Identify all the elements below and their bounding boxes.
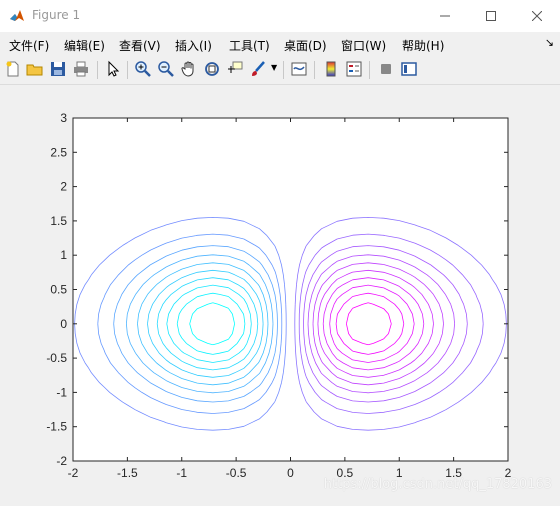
menu-bar: 文件(F) 编辑(E) 查看(V) 插入(I) 工具(T) 桌面(D) 窗口(W…: [0, 32, 560, 56]
menu-edit[interactable]: 编辑(E): [64, 37, 105, 54]
rotate-3d-icon[interactable]: [203, 60, 221, 78]
y-tick-label: 0.5: [50, 283, 67, 297]
zoom-out-icon[interactable]: [157, 60, 175, 78]
maximize-button[interactable]: [468, 0, 514, 32]
menu-overflow-icon[interactable]: ↘: [545, 36, 554, 49]
hide-plot-tools-icon[interactable]: [377, 60, 395, 78]
minimize-icon: [440, 15, 450, 17]
title-bar: Figure 1: [0, 0, 560, 32]
minimize-button[interactable]: [422, 0, 468, 32]
save-icon[interactable]: [49, 60, 67, 78]
zoom-in-icon[interactable]: [134, 60, 152, 78]
y-tick-label: -1: [56, 385, 67, 399]
y-tick-label: 2: [60, 180, 67, 194]
y-tick-label: -2: [56, 454, 67, 468]
menu-insert[interactable]: 插入(I): [175, 37, 212, 54]
watermark-text: https://blog.csdn.net/qq_17820163: [323, 477, 552, 492]
menu-tools[interactable]: 工具(T): [229, 37, 270, 54]
brush-icon[interactable]: [249, 60, 267, 78]
matlab-logo-icon: [10, 10, 24, 21]
figure-canvas: -2 -1.5 -1 -0.5 0 0.5 1 1.5 2 -2 -1.5 -1 -0.5 0 0.5 1 1.…: [0, 85, 560, 503]
figure-toolbar: ▼: [0, 56, 560, 85]
y-tick-label: 0: [60, 317, 67, 331]
toolbar-separator: [97, 61, 98, 79]
contour-plot[interactable]: -2 -1.5 -1 -0.5 0 0.5 1 1.5 2-2-1.5-1-0.500.511.…: [0, 85, 560, 503]
menu-desktop[interactable]: 桌面(D): [284, 37, 327, 54]
y-tick-label: 1: [60, 248, 67, 262]
maximize-icon: [486, 11, 496, 21]
x-tick-label: -1: [176, 466, 187, 480]
close-button[interactable]: [514, 0, 560, 32]
menu-file[interactable]: 文件(F): [9, 37, 49, 54]
y-tick-label: -1.5: [46, 420, 67, 434]
show-plot-tools-icon[interactable]: [400, 60, 418, 78]
open-file-icon[interactable]: [26, 60, 44, 78]
toolbar-separator: [369, 61, 370, 79]
toolbar-separator: [314, 61, 315, 79]
colorbar-icon[interactable]: [322, 60, 340, 78]
window-title: Figure 1: [32, 8, 81, 22]
pan-icon[interactable]: [180, 60, 198, 78]
legend-icon[interactable]: [345, 60, 363, 78]
link-plot-icon[interactable]: [290, 60, 308, 78]
menu-window[interactable]: 窗口(W): [341, 37, 386, 54]
axes-background: [73, 118, 508, 461]
x-tick-label: -1.5: [117, 466, 138, 480]
x-tick-label: -2: [68, 466, 79, 480]
menu-view[interactable]: 查看(V): [119, 37, 161, 54]
toolbar-separator: [127, 61, 128, 79]
y-tick-label: -0.5: [46, 351, 67, 365]
x-tick-label: 0: [287, 466, 294, 480]
pointer-icon[interactable]: [104, 60, 122, 78]
y-tick-label: 1.5: [50, 214, 67, 228]
new-figure-icon[interactable]: [4, 60, 22, 78]
data-cursor-icon[interactable]: [226, 60, 244, 78]
brush-dropdown-icon[interactable]: ▼: [271, 63, 277, 72]
menu-help[interactable]: 帮助(H): [402, 37, 444, 54]
y-tick-label: 2.5: [50, 145, 67, 159]
y-tick-label: 3: [60, 111, 67, 125]
print-icon[interactable]: [72, 60, 90, 78]
toolbar-separator: [283, 61, 284, 79]
x-tick-label: -0.5: [226, 466, 247, 480]
close-icon: [532, 11, 542, 21]
